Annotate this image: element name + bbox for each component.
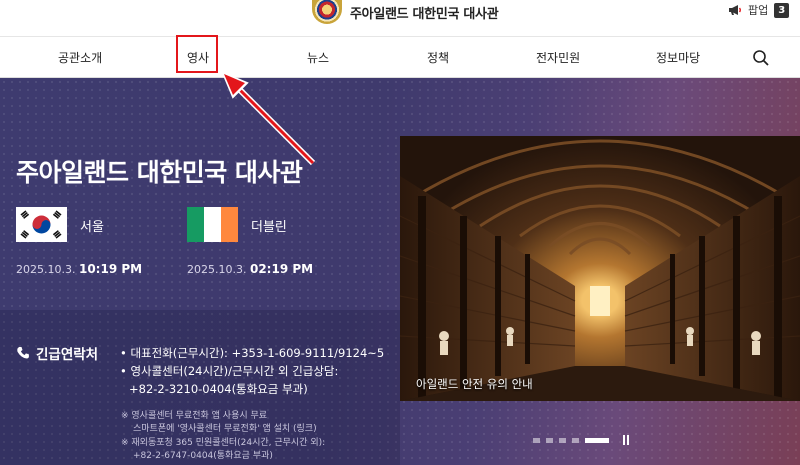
slider-dot-4[interactable] bbox=[572, 437, 579, 443]
emergency-main-phone[interactable]: • 대표전화(근무시간): +353-1-609-9111/9124~5 bbox=[120, 345, 384, 361]
emergency-call-center-number[interactable]: +82-2-3210-0404(통화요금 부과) bbox=[129, 381, 308, 397]
dublin-label: 더블린 bbox=[251, 220, 287, 235]
nav-item-policy[interactable]: 정책 bbox=[427, 37, 449, 79]
slider-dot-3[interactable] bbox=[559, 437, 566, 443]
search-button[interactable] bbox=[752, 49, 770, 67]
note-free-app: ※ 영사콜센터 무료전화 앱 사용시 무료 bbox=[121, 411, 268, 421]
nav-item-news[interactable]: 뉴스 bbox=[307, 37, 329, 79]
note-overseas-center: ※ 재외동포청 365 민원콜센터(24시간, 근무시간 외): bbox=[121, 438, 326, 448]
korea-flag-icon bbox=[16, 207, 67, 242]
emergency-call-center: • 영사콜센터(24시간)/근무시간 외 긴급상담: bbox=[120, 364, 339, 378]
slider-caption[interactable]: 아일랜드 안전 유의 안내 bbox=[416, 376, 533, 392]
emblem-icon[interactable] bbox=[312, 0, 342, 24]
popup-button[interactable]: 팝업 3 bbox=[728, 2, 790, 18]
seoul-clock: 2025.10.3. 10:19 PM bbox=[16, 262, 142, 276]
nav-item-e-civil[interactable]: 전자민원 bbox=[536, 37, 580, 79]
slider-image[interactable]: 아일랜드 안전 유의 안내 bbox=[400, 136, 800, 401]
nav-item-info[interactable]: 정보마당 bbox=[656, 37, 700, 79]
note-app-link[interactable]: 스마트폰에 '영사콜센터 무료전화' 앱 설치 (링크) bbox=[133, 421, 317, 434]
nav-item-consular[interactable]: 영사 bbox=[187, 37, 209, 79]
seoul-label: 서울 bbox=[80, 220, 104, 235]
dublin-clock: 2025.10.3. 02:19 PM bbox=[187, 262, 313, 276]
slider-pager bbox=[533, 435, 633, 445]
top-header: 주아일랜드 대한민국 대사관 팝업 3 bbox=[0, 0, 800, 36]
popup-label: 팝업 bbox=[748, 4, 769, 17]
slider-dot-2[interactable] bbox=[546, 437, 553, 443]
slider-dot-1[interactable] bbox=[533, 437, 540, 443]
seoul-time: 10:19 PM bbox=[78, 262, 143, 276]
search-icon bbox=[753, 50, 769, 66]
popup-count-badge: 3 bbox=[774, 2, 790, 18]
megaphone-icon bbox=[728, 4, 742, 16]
phone-icon bbox=[17, 347, 29, 359]
site-title[interactable]: 주아일랜드 대한민국 대사관 bbox=[350, 3, 499, 22]
seoul-date: 2025.10.3. bbox=[16, 263, 76, 276]
ireland-flag-icon bbox=[187, 207, 238, 242]
library-illustration bbox=[400, 139, 800, 401]
slider-dot-5[interactable] bbox=[585, 437, 609, 443]
nav-item-about[interactable]: 공관소개 bbox=[58, 37, 102, 79]
emergency-title: 긴급연락처 bbox=[36, 347, 99, 363]
note-overseas-number: +82-2-6747-0404(통화요금 부과) bbox=[133, 451, 273, 461]
hero-title: 주아일랜드 대한민국 대사관 bbox=[16, 158, 303, 187]
main-nav: 공관소개 영사 뉴스 정책 전자민원 정보마당 bbox=[0, 36, 800, 78]
emergency-heading: 긴급연락처 bbox=[16, 343, 98, 363]
dublin-time: 02:19 PM bbox=[249, 262, 314, 276]
hero-section: 주아일랜드 대한민국 대사관 서울 2025.10.3. 10:19 PM 더블… bbox=[0, 78, 800, 465]
dublin-date: 2025.10.3. bbox=[187, 263, 247, 276]
pause-icon[interactable] bbox=[623, 435, 633, 445]
